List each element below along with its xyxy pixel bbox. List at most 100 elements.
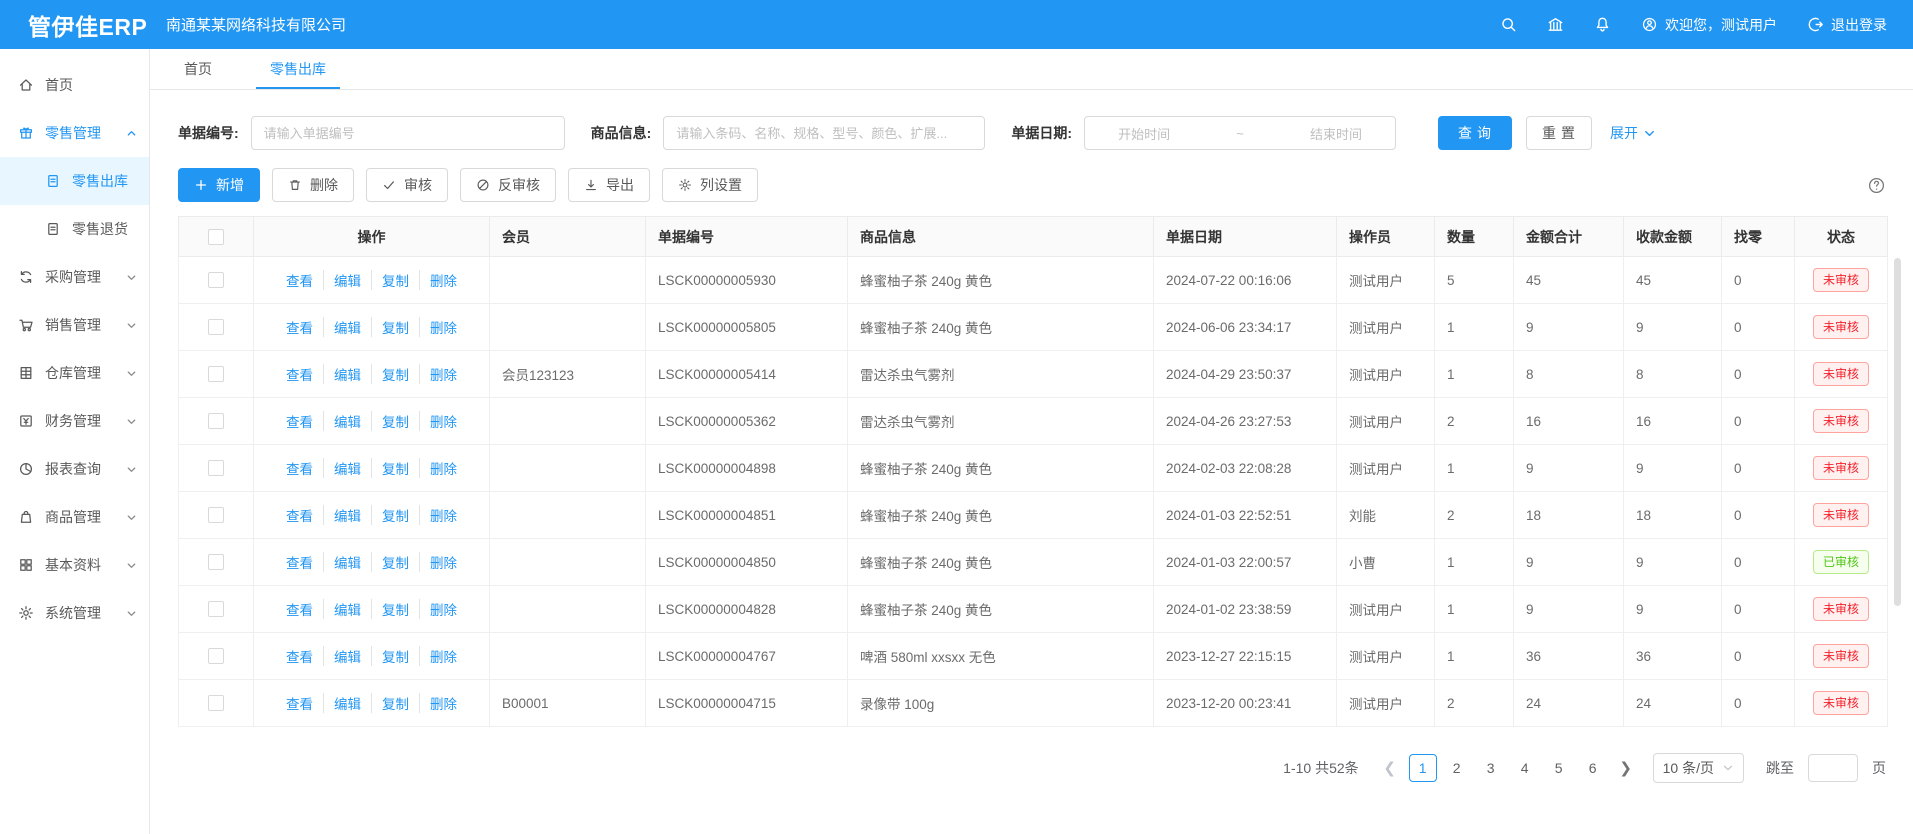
row-checkbox[interactable] (208, 648, 224, 664)
row-action-copy[interactable]: 复制 (371, 505, 419, 525)
product-info-input[interactable] (663, 116, 985, 150)
row-checkbox[interactable] (208, 507, 224, 523)
row-action-copy[interactable]: 复制 (371, 693, 419, 713)
sidebar-item-sales[interactable]: 销售管理 (0, 301, 149, 349)
row-action-delete[interactable]: 删除 (419, 364, 467, 384)
page-number-1[interactable]: 1 (1409, 754, 1437, 782)
platform-icon[interactable] (1547, 16, 1564, 33)
row-checkbox[interactable] (208, 366, 224, 382)
row-action-edit[interactable]: 编辑 (323, 458, 371, 478)
search-button[interactable]: 查询 (1438, 116, 1512, 150)
row-action-copy[interactable]: 复制 (371, 270, 419, 290)
row-checkbox[interactable] (208, 460, 224, 476)
row-action-view[interactable]: 查看 (276, 505, 323, 525)
row-action-edit[interactable]: 编辑 (323, 599, 371, 619)
column-settings-button[interactable]: 列设置 (662, 168, 758, 202)
row-action-view[interactable]: 查看 (276, 317, 323, 337)
search-icon[interactable] (1500, 16, 1517, 33)
table-scrollbar[interactable] (1894, 258, 1901, 606)
row-action-delete[interactable]: 删除 (419, 646, 467, 666)
audit-button[interactable]: 审核 (366, 168, 448, 202)
row-action-view[interactable]: 查看 (276, 270, 323, 290)
row-action-delete[interactable]: 删除 (419, 693, 467, 713)
sidebar-item-home[interactable]: 首页 (0, 61, 149, 109)
tab-home[interactable]: 首页 (178, 49, 218, 89)
row-action-view[interactable]: 查看 (276, 364, 323, 384)
row-checkbox[interactable] (208, 272, 224, 288)
date-range-input[interactable]: 开始时间 ~ 结束时间 (1084, 116, 1396, 150)
sidebar-item-warehouse[interactable]: 仓库管理 (0, 349, 149, 397)
sidebar-item-retail[interactable]: 零售管理 (0, 109, 149, 157)
row-action-delete[interactable]: 删除 (419, 270, 467, 290)
row-action-edit[interactable]: 编辑 (323, 411, 371, 431)
sidebar-item-basic[interactable]: 基本资料 (0, 541, 149, 589)
sidebar-item-system[interactable]: 系统管理 (0, 589, 149, 637)
export-button[interactable]: 导出 (568, 168, 650, 202)
tab-retail-outbound[interactable]: 零售出库 (264, 49, 332, 89)
row-action-copy[interactable]: 复制 (371, 364, 419, 384)
notification-bell-icon[interactable] (1594, 16, 1611, 33)
row-action-copy[interactable]: 复制 (371, 317, 419, 337)
row-checkbox[interactable] (208, 413, 224, 429)
bag-icon (18, 509, 34, 525)
row-action-edit[interactable]: 编辑 (323, 317, 371, 337)
row-action-copy[interactable]: 复制 (371, 458, 419, 478)
row-checkbox[interactable] (208, 695, 224, 711)
jump-to-input[interactable] (1808, 754, 1858, 782)
page-size-select[interactable]: 10 条/页 (1653, 753, 1744, 783)
unaudit-button[interactable]: 反审核 (460, 168, 556, 202)
row-action-edit[interactable]: 编辑 (323, 693, 371, 713)
finance-icon (18, 413, 34, 429)
select-all-checkbox[interactable] (208, 229, 224, 245)
row-action-delete[interactable]: 删除 (419, 599, 467, 619)
sidebar-item-report[interactable]: 报表查询 (0, 445, 149, 493)
reset-button[interactable]: 重置 (1526, 116, 1592, 150)
logout-button[interactable]: 退出登录 (1807, 15, 1887, 35)
status-badge: 已审核 (1813, 550, 1869, 575)
sidebar-item-goods[interactable]: 商品管理 (0, 493, 149, 541)
row-action-view[interactable]: 查看 (276, 552, 323, 572)
row-action-delete[interactable]: 删除 (419, 505, 467, 525)
row-action-view[interactable]: 查看 (276, 693, 323, 713)
prev-page-button[interactable]: ❮ (1377, 754, 1403, 782)
row-action-delete[interactable]: 删除 (419, 317, 467, 337)
sidebar-item-retail-outbound[interactable]: 零售出库 (0, 157, 149, 205)
row-action-delete[interactable]: 删除 (419, 458, 467, 478)
sidebar-item-retail-return[interactable]: 零售退货 (0, 205, 149, 253)
row-action-edit[interactable]: 编辑 (323, 364, 371, 384)
add-button[interactable]: 新增 (178, 168, 260, 202)
row-action-edit[interactable]: 编辑 (323, 505, 371, 525)
page-number-4[interactable]: 4 (1511, 754, 1539, 782)
help-icon[interactable] (1867, 176, 1886, 195)
bill-no-input[interactable] (251, 116, 565, 150)
row-action-edit[interactable]: 编辑 (323, 646, 371, 666)
row-action-delete[interactable]: 删除 (419, 411, 467, 431)
row-action-edit[interactable]: 编辑 (323, 270, 371, 290)
row-action-copy[interactable]: 复制 (371, 411, 419, 431)
page-number-3[interactable]: 3 (1477, 754, 1505, 782)
page-number-2[interactable]: 2 (1443, 754, 1471, 782)
page-number-6[interactable]: 6 (1579, 754, 1607, 782)
sidebar-item-finance[interactable]: 财务管理 (0, 397, 149, 445)
expand-link[interactable]: 展开 (1610, 123, 1656, 143)
row-action-copy[interactable]: 复制 (371, 599, 419, 619)
row-action-delete[interactable]: 删除 (419, 552, 467, 572)
app-logo: 管伊佳ERP (28, 8, 152, 42)
row-action-copy[interactable]: 复制 (371, 552, 419, 572)
status-badge: 未审核 (1813, 597, 1869, 622)
row-action-copy[interactable]: 复制 (371, 646, 419, 666)
row-action-view[interactable]: 查看 (276, 458, 323, 478)
page-number-5[interactable]: 5 (1545, 754, 1573, 782)
row-action-view[interactable]: 查看 (276, 599, 323, 619)
welcome-user[interactable]: 欢迎您，测试用户 (1641, 15, 1777, 35)
row-action-edit[interactable]: 编辑 (323, 552, 371, 572)
row-checkbox[interactable] (208, 554, 224, 570)
cell-operator: 测试用户 (1337, 257, 1435, 304)
delete-button[interactable]: 删除 (272, 168, 354, 202)
row-action-view[interactable]: 查看 (276, 646, 323, 666)
next-page-button[interactable]: ❯ (1613, 754, 1639, 782)
row-checkbox[interactable] (208, 601, 224, 617)
row-checkbox[interactable] (208, 319, 224, 335)
sidebar-item-purchase[interactable]: 采购管理 (0, 253, 149, 301)
row-action-view[interactable]: 查看 (276, 411, 323, 431)
